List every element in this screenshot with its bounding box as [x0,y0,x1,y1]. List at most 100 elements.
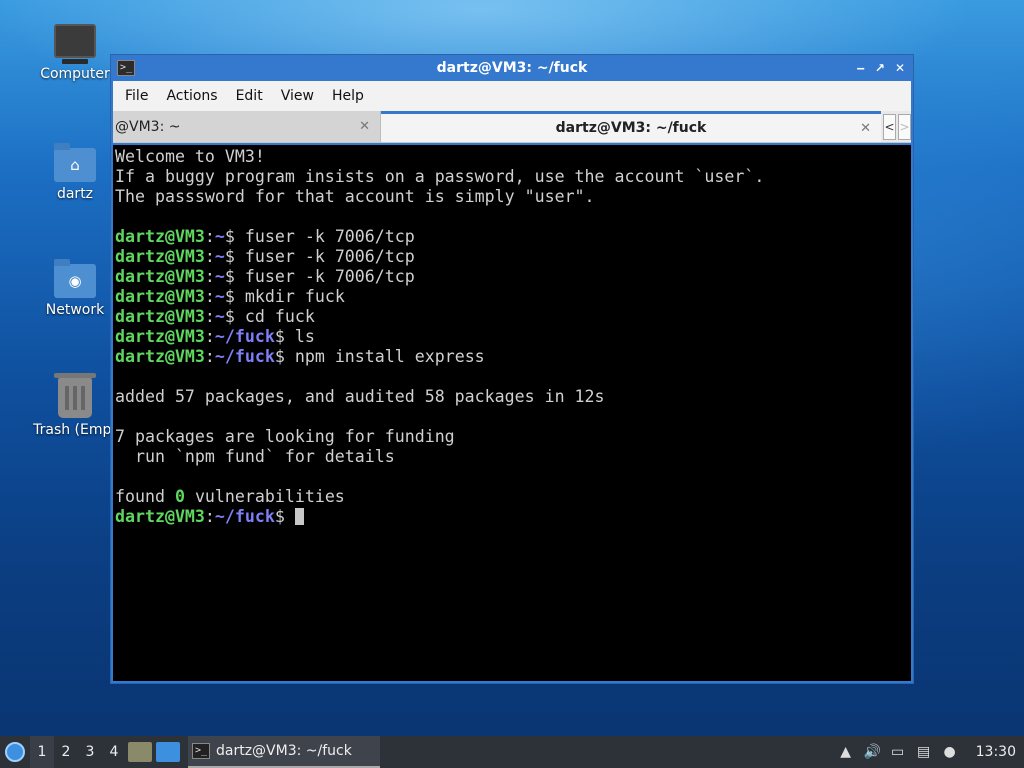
prompt-user: dartz@VM3 [115,247,205,266]
terminal-line: Welcome to VM3! [115,147,911,167]
output-text: 7 packages are looking for funding [115,427,455,446]
workspace-4[interactable]: 4 [102,736,126,768]
tab-close-icon[interactable]: ✕ [860,121,871,136]
volume-icon[interactable]: 🔊 [864,744,881,760]
tab-home[interactable]: @VM3: ~ ✕ [113,111,381,142]
file-manager-launcher-icon[interactable] [128,742,152,762]
notification-icon[interactable]: ● [942,744,958,760]
prompt-path: ~ [214,307,225,326]
output-text: added 57 packages, and audited 58 packag… [115,387,605,406]
prompt-user: dartz@VM3 [115,327,205,346]
network-icon[interactable]: ▭ [890,744,906,760]
menu-actions[interactable]: Actions [157,88,226,104]
terminal-output[interactable]: Welcome to VM3! If a buggy program insist… [113,145,911,681]
text-cursor [294,508,304,525]
prompt-symbol: $ [274,347,295,366]
prompt-separator: : [204,227,215,246]
menu-file[interactable]: File [116,88,157,104]
tab-label: dartz@VM3: ~/fuck [555,120,707,136]
prompt-path: ~ [214,267,225,286]
system-tray: ▲ 🔊 ▭ ▤ ● 13:30 [838,744,1024,760]
prompt-separator: : [204,507,215,526]
prompt-separator: : [204,287,215,306]
prompt-line: dartz@VM3:~/fuck$ [115,507,911,527]
window-titlebar[interactable]: >_ dartz@VM3: ~/fuck ‒ ↗ ✕ [111,55,913,81]
command-text: fuser -k 7006/tcp [244,267,415,286]
prompt-user: dartz@VM3 [115,267,205,286]
prompt-line: dartz@VM3:~$ fuser -k 7006/tcp [115,267,911,287]
prompt-separator: : [204,307,215,326]
output-text: found [115,487,175,506]
workspace-3[interactable]: 3 [78,736,102,768]
tab-scroll-right-icon[interactable]: > [898,113,911,140]
prompt-separator: : [204,327,215,346]
taskbar-terminal-task[interactable]: >_ dartz@VM3: ~/fuck [188,736,380,768]
prompt-line: dartz@VM3:~/fuck$ ls [115,327,911,347]
clock[interactable]: 13:30 [976,744,1016,760]
minimize-button[interactable]: ‒ [857,61,865,75]
prompt-separator: : [204,247,215,266]
prompt-path: ~/fuck [214,327,275,346]
terminal-line: The passsword for that account is simply… [115,187,911,207]
maximize-button[interactable]: ↗ [875,61,885,75]
prompt-path: ~ [214,287,225,306]
prompt-line: dartz@VM3:~$ cd fuck [115,307,911,327]
terminal-window: >_ dartz@VM3: ~/fuck ‒ ↗ ✕ File Actions … [110,54,914,684]
command-text: cd fuck [244,307,315,326]
prompt-separator: : [204,267,215,286]
tab-fuck[interactable]: dartz@VM3: ~/fuck ✕ [381,111,881,142]
clipboard-icon[interactable]: ▤ [916,744,932,760]
terminal-line: If a buggy program insists on a password… [115,167,911,187]
command-text: fuser -k 7006/tcp [244,227,415,246]
tab-label: @VM3: ~ [115,118,181,135]
network-folder-icon: ◉ [54,259,96,298]
workspace-2[interactable]: 2 [54,736,78,768]
prompt-line: dartz@VM3:~$ fuser -k 7006/tcp [115,247,911,267]
lxqt-logo-icon [5,742,25,762]
update-icon[interactable]: ▲ [838,744,854,760]
command-text: npm install express [294,347,485,366]
tab-scroll-left-icon[interactable]: < [883,113,896,140]
prompt-path: ~/fuck [214,347,275,366]
menu-bar: File Actions Edit View Help [113,81,911,111]
prompt-symbol: $ [224,227,245,246]
prompt-line: dartz@VM3:~$ mkdir fuck [115,287,911,307]
tab-close-icon[interactable]: ✕ [359,119,370,134]
prompt-user: dartz@VM3 [115,227,205,246]
prompt-symbol: $ [224,307,245,326]
home-folder-icon: ⌂ [54,143,96,182]
terminal-line: run `npm fund` for details [115,447,911,467]
prompt-path: ~ [214,227,225,246]
prompt-path: ~/fuck [214,507,275,526]
tab-bar: @VM3: ~ ✕ dartz@VM3: ~/fuck ✕ < > [113,111,911,143]
menu-view[interactable]: View [272,88,323,104]
window-title: dartz@VM3: ~/fuck [436,60,588,76]
menu-help[interactable]: Help [323,88,373,104]
terminal-line: added 57 packages, and audited 58 packag… [115,387,911,407]
prompt-user: dartz@VM3 [115,507,205,526]
command-text: mkdir fuck [244,287,345,306]
output-text: vulnerabilities [184,487,345,506]
prompt-symbol: $ [224,267,245,286]
output-text: If a buggy program insists on a password… [115,167,765,186]
start-menu-button[interactable] [0,737,30,767]
prompt-symbol: $ [224,247,245,266]
command-text: ls [294,327,315,346]
command-text: fuser -k 7006/tcp [244,247,415,266]
terminal-line: 7 packages are looking for funding [115,427,911,447]
trash-icon [54,373,96,418]
terminal-line: found 0 vulnerabilities [115,487,911,507]
prompt-line: dartz@VM3:~$ fuser -k 7006/tcp [115,227,911,247]
prompt-line: dartz@VM3:~/fuck$ npm install express [115,347,911,367]
close-button[interactable]: ✕ [895,61,905,75]
prompt-symbol: $ [224,287,245,306]
workspace-1[interactable]: 1 [30,736,54,768]
computer-icon [54,24,96,64]
prompt-user: dartz@VM3 [115,307,205,326]
output-text: The passsword for that account is simply… [115,187,595,206]
prompt-symbol: $ [274,327,295,346]
menu-edit[interactable]: Edit [227,88,272,104]
show-desktop-icon[interactable] [156,742,180,762]
